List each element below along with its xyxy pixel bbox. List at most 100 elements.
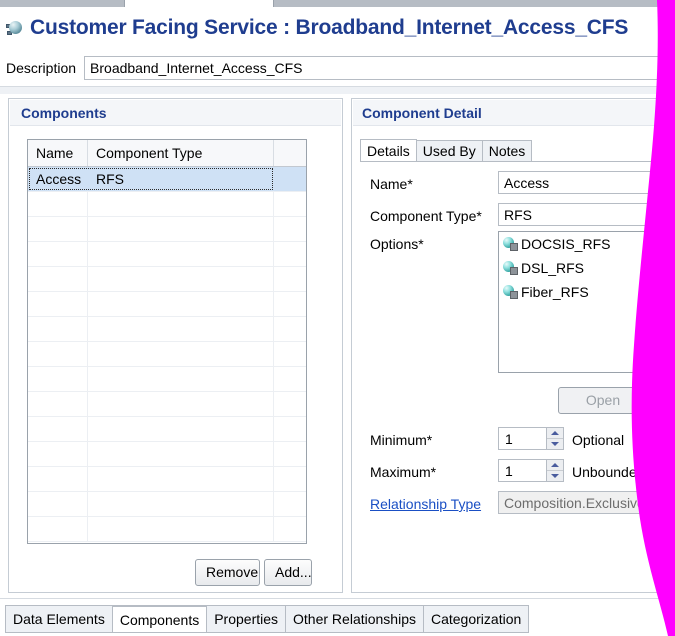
components-table[interactable]: Name Component Type Access RFS [27, 139, 307, 544]
component-detail-panel: Component Detail Details Used By Notes N… [351, 98, 675, 593]
table-row[interactable] [28, 517, 306, 542]
cell-name [28, 342, 88, 366]
cell-component-type [88, 267, 274, 291]
name-input[interactable]: Access [498, 171, 675, 194]
name-label: Name* [370, 176, 413, 192]
application-window: Customer Facing Service : Broadband_Inte… [0, 0, 675, 636]
cell-spacer [274, 442, 306, 466]
cell-component-type [88, 467, 274, 491]
spinner-up-icon[interactable] [547, 460, 563, 471]
rfs-node-icon [503, 284, 520, 300]
cell-component-type [88, 192, 274, 216]
table-row[interactable] [28, 292, 306, 317]
maximum-label: Maximum* [370, 464, 437, 480]
cell-name [28, 317, 88, 341]
option-label: Fiber_RFS [521, 284, 589, 300]
table-row[interactable] [28, 442, 306, 467]
tab-properties[interactable]: Properties [206, 605, 287, 633]
table-row[interactable] [28, 317, 306, 342]
cell-component-type [88, 217, 274, 241]
tab-other-relationships[interactable]: Other Relationships [285, 605, 424, 633]
table-row[interactable] [28, 392, 306, 417]
tab-components[interactable]: Components [111, 605, 208, 633]
table-row[interactable] [28, 267, 306, 292]
option-label: DSL_RFS [521, 260, 585, 276]
cell-name [28, 417, 88, 441]
cell-component-type [88, 442, 274, 466]
cell-name [28, 517, 88, 541]
components-panel-title: Components [21, 105, 107, 121]
cell-name [28, 192, 88, 216]
cell-spacer [274, 517, 306, 541]
minimum-label: Minimum* [370, 432, 433, 448]
minimum-input[interactable]: 1 [498, 427, 546, 450]
maximum-spin-buttons[interactable] [546, 459, 564, 482]
cell-component-type [88, 342, 274, 366]
table-row[interactable] [28, 492, 306, 517]
cell-spacer [274, 217, 306, 241]
table-row[interactable] [28, 192, 306, 217]
cell-component-type [88, 317, 274, 341]
table-row[interactable] [28, 342, 306, 367]
column-header-name[interactable]: Name [28, 140, 88, 166]
cell-name [28, 367, 88, 391]
component-type-label: Component Type* [370, 208, 482, 224]
maximum-input[interactable]: 1 [498, 459, 546, 482]
list-item[interactable]: DSL_RFS [499, 256, 675, 280]
open-button[interactable]: Open [558, 387, 648, 414]
relationship-type-link[interactable]: Relationship Type [370, 496, 481, 512]
cell-component-type [88, 492, 274, 516]
description-input[interactable]: Broadband_Internet_Access_CFS [84, 55, 674, 80]
cell-name [28, 467, 88, 491]
editor-tab-strip [0, 0, 675, 7]
table-row[interactable] [28, 417, 306, 442]
tab-details[interactable]: Details [360, 139, 417, 162]
table-row[interactable] [28, 217, 306, 242]
tab-data-elements[interactable]: Data Elements [5, 605, 113, 633]
column-header-spacer[interactable] [274, 140, 306, 166]
tab-notes[interactable]: Notes [481, 140, 533, 162]
cell-name [28, 442, 88, 466]
table-row[interactable] [28, 242, 306, 267]
minimum-spin-buttons[interactable] [546, 427, 564, 450]
cell-component-type: RFS [96, 171, 124, 187]
minimum-stepper[interactable]: 1 [498, 427, 564, 450]
components-panel: Components Name Component Type Access RF… [8, 98, 343, 593]
add-button[interactable]: Add... [264, 559, 312, 586]
cell-component-type [88, 242, 274, 266]
editor-tab-active[interactable] [124, 0, 274, 7]
table-row[interactable]: Access RFS [28, 167, 306, 192]
options-list[interactable]: DOCSIS_RFS DSL_RFS Fiber_RFS [498, 231, 675, 373]
tab-used-by[interactable]: Used By [415, 140, 483, 162]
page-title: Customer Facing Service : Broadband_Inte… [30, 16, 629, 39]
table-row[interactable] [28, 367, 306, 392]
bottom-tab-bar: Data Elements Components Properties Othe… [0, 605, 675, 636]
options-label: Options* [370, 236, 424, 252]
maximum-stepper[interactable]: 1 [498, 459, 564, 482]
cell-name [28, 492, 88, 516]
list-item[interactable]: Fiber_RFS [499, 280, 675, 304]
component-type-input[interactable]: RFS [498, 203, 675, 226]
rfs-node-icon [503, 260, 520, 276]
spinner-down-icon[interactable] [547, 439, 563, 449]
cell-name [28, 242, 88, 266]
remove-button[interactable]: Remove [195, 559, 260, 586]
cell-spacer [274, 267, 306, 291]
relationship-type-value: Composition.Exclusive [498, 491, 675, 514]
spinner-down-icon[interactable] [547, 471, 563, 481]
cell-spacer [274, 192, 306, 216]
unbounded-label: Unbounded [572, 464, 645, 480]
cell-spacer [274, 467, 306, 491]
tab-categorization[interactable]: Categorization [422, 605, 530, 633]
cell-spacer [274, 167, 306, 191]
cell-name [28, 217, 88, 241]
detail-panel-title: Component Detail [362, 105, 482, 121]
list-item[interactable]: DOCSIS_RFS [499, 232, 675, 256]
column-header-component-type[interactable]: Component Type [88, 140, 274, 166]
cell-spacer [274, 342, 306, 366]
table-row[interactable] [28, 467, 306, 492]
service-globe-icon [6, 19, 24, 37]
bottom-separator [0, 598, 675, 599]
spinner-up-icon[interactable] [547, 428, 563, 439]
description-row: Description Broadband_Internet_Access_CF… [6, 53, 674, 82]
